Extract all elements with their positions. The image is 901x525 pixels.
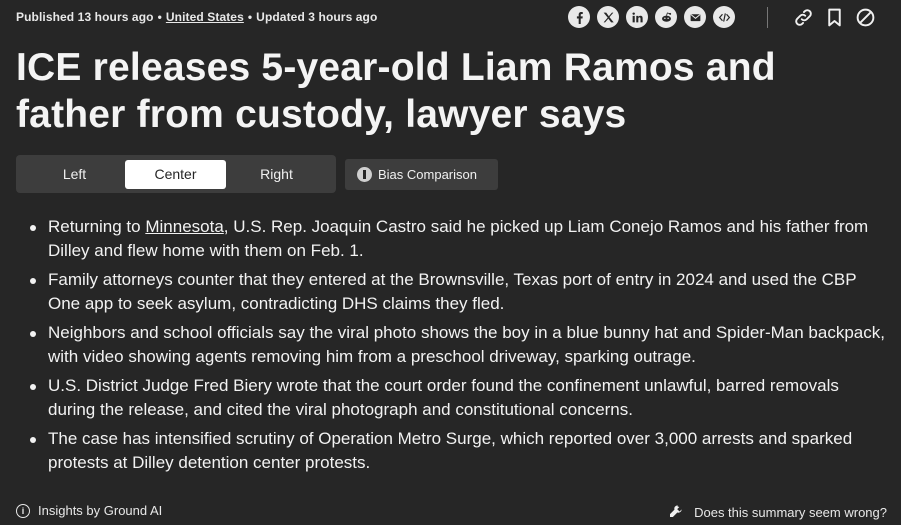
wrench-icon: [668, 503, 684, 522]
link-icon[interactable]: [792, 6, 814, 28]
minnesota-link[interactable]: Minnesota: [145, 217, 223, 236]
insights-label: Insights by Ground AI: [38, 503, 163, 518]
perspective-tabs: Left Center Right: [16, 155, 336, 193]
feedback-label: Does this summary seem wrong?: [694, 505, 887, 520]
list-item: Neighbors and school officials say the v…: [28, 321, 888, 368]
facebook-icon[interactable]: [568, 6, 590, 28]
summary-list: Returning to Minnesota, U.S. Rep. Joaqui…: [28, 215, 888, 480]
tab-right[interactable]: Right: [226, 160, 327, 189]
list-item: Returning to Minnesota, U.S. Rep. Joaqui…: [28, 215, 888, 262]
reddit-icon[interactable]: [655, 6, 677, 28]
bias-comparison-label: Bias Comparison: [378, 167, 477, 182]
x-icon[interactable]: [597, 6, 619, 28]
meta-separator: •: [247, 10, 253, 24]
tab-left[interactable]: Left: [24, 160, 125, 189]
article-meta: Published 13 hours ago • United States •…: [16, 10, 377, 24]
toolbar-divider: [767, 7, 768, 28]
article-headline: ICE releases 5-year-old Liam Ramos and f…: [16, 46, 776, 136]
email-icon[interactable]: [684, 6, 706, 28]
article-tools: [792, 6, 876, 28]
published-time: Published 13 hours ago: [16, 10, 154, 24]
tab-center[interactable]: Center: [125, 159, 226, 189]
list-item: U.S. District Judge Fred Biery wrote tha…: [28, 374, 888, 421]
bullet-text: Returning to: [48, 217, 146, 236]
meta-separator: •: [157, 10, 162, 24]
list-item: The case has intensified scrutiny of Ope…: [28, 427, 888, 474]
bias-icon: [357, 167, 372, 182]
block-icon[interactable]: [854, 6, 876, 28]
list-item: Family attorneys counter that they enter…: [28, 268, 888, 315]
info-icon: i: [16, 503, 30, 518]
summary-feedback-link[interactable]: Does this summary seem wrong?: [668, 503, 887, 522]
article-meta-bar: Published 13 hours ago • United States •…: [16, 0, 896, 34]
updated-time: Updated 3 hours ago: [256, 10, 378, 24]
bookmark-icon[interactable]: [823, 6, 845, 28]
bias-comparison-button[interactable]: Bias Comparison: [345, 159, 498, 190]
insights-credit[interactable]: i Insights by Ground AI: [16, 503, 162, 518]
share-buttons: [568, 6, 735, 28]
location-link[interactable]: United States: [166, 10, 244, 24]
linkedin-icon[interactable]: [626, 6, 648, 28]
embed-icon[interactable]: [713, 6, 735, 28]
